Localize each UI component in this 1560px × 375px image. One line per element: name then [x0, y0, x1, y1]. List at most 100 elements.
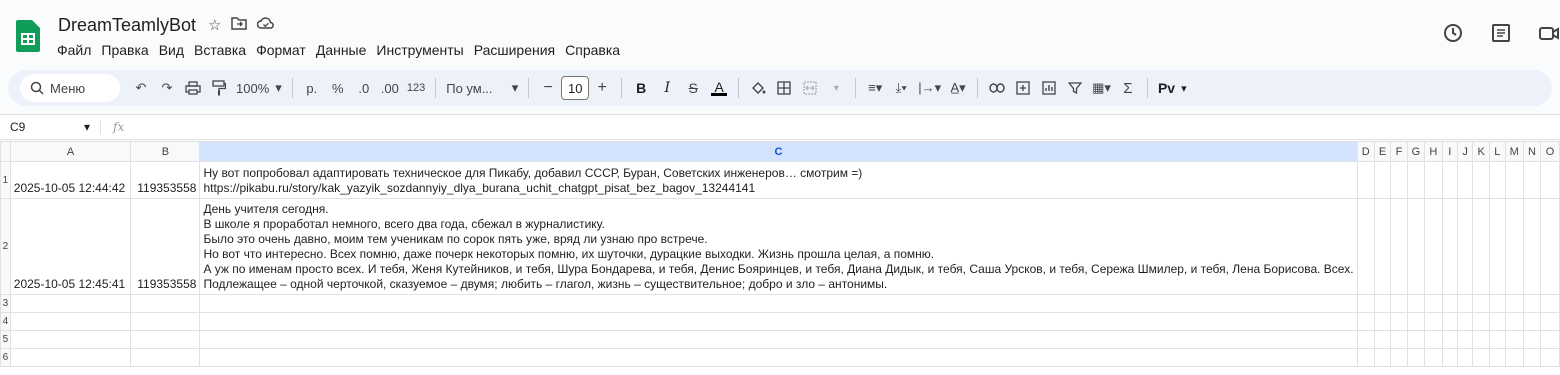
- menu-help[interactable]: Справка: [560, 40, 625, 60]
- cell[interactable]: [1540, 330, 1560, 349]
- cell[interactable]: [1489, 294, 1506, 313]
- insert-comment-icon[interactable]: [1010, 74, 1036, 102]
- cell-a2[interactable]: 2025-10-05 12:45:41: [9, 198, 132, 295]
- menu-insert[interactable]: Вставка: [189, 40, 251, 60]
- cell[interactable]: [1472, 348, 1491, 367]
- cell[interactable]: [1390, 312, 1408, 331]
- row-header[interactable]: 4: [0, 312, 11, 331]
- cell[interactable]: [1373, 312, 1392, 331]
- cell[interactable]: [1424, 330, 1443, 349]
- row-header[interactable]: 3: [0, 294, 11, 313]
- cell[interactable]: [1456, 312, 1474, 331]
- strikethrough-icon[interactable]: S: [680, 74, 706, 102]
- fill-color-icon[interactable]: [745, 74, 771, 102]
- cell[interactable]: [1522, 330, 1542, 349]
- column-header-f[interactable]: F: [1390, 141, 1408, 162]
- cell[interactable]: [1504, 312, 1524, 331]
- column-header-l[interactable]: L: [1489, 141, 1506, 162]
- functions-button[interactable]: Σ: [1115, 74, 1141, 102]
- font-size-input[interactable]: 10: [561, 76, 590, 100]
- column-header-g[interactable]: G: [1406, 141, 1426, 162]
- comments-icon[interactable]: [1490, 22, 1512, 44]
- cloud-status-icon[interactable]: [257, 16, 275, 34]
- menu-format[interactable]: Формат: [251, 40, 311, 60]
- cell[interactable]: [1424, 348, 1443, 367]
- print-icon[interactable]: [180, 74, 206, 102]
- cell[interactable]: [1373, 348, 1392, 367]
- column-header-h[interactable]: H: [1424, 141, 1443, 162]
- column-header-i[interactable]: I: [1441, 141, 1458, 162]
- column-header-d[interactable]: D: [1356, 141, 1375, 162]
- cell[interactable]: [1406, 312, 1426, 331]
- cell[interactable]: [1424, 312, 1443, 331]
- row-header[interactable]: 2: [0, 198, 11, 295]
- text-color-button[interactable]: A: [706, 74, 732, 102]
- decrease-decimal-button[interactable]: .0: [351, 74, 377, 102]
- cell[interactable]: [130, 294, 201, 313]
- input-tools-button[interactable]: Pv ▾: [1154, 74, 1191, 102]
- cell-c2[interactable]: День учителя сегодня. В школе я проработ…: [199, 198, 1358, 295]
- cell[interactable]: [1356, 294, 1375, 313]
- cell[interactable]: [199, 348, 1358, 367]
- cell[interactable]: [130, 348, 201, 367]
- cell-a1[interactable]: 2025-10-05 12:44:42: [9, 161, 132, 199]
- column-header-c[interactable]: C: [199, 141, 1358, 162]
- font-select[interactable]: По ум... ▾: [442, 74, 522, 102]
- zoom-select[interactable]: 100% ▾: [232, 74, 286, 102]
- undo-icon[interactable]: ↶: [128, 74, 154, 102]
- cell[interactable]: [1373, 294, 1392, 313]
- cell[interactable]: [199, 294, 1358, 313]
- cell[interactable]: [1540, 348, 1560, 367]
- cell[interactable]: [1373, 198, 1392, 295]
- row-header[interactable]: 1: [0, 161, 11, 199]
- cell[interactable]: [1356, 312, 1375, 331]
- cell[interactable]: [1522, 312, 1542, 331]
- cell[interactable]: [1441, 161, 1458, 199]
- cell[interactable]: [1472, 161, 1491, 199]
- cell[interactable]: [1390, 330, 1408, 349]
- column-header-n[interactable]: N: [1522, 141, 1542, 162]
- cell[interactable]: [1390, 161, 1408, 199]
- cell[interactable]: [1441, 330, 1458, 349]
- merge-dropdown-icon[interactable]: ▾: [823, 74, 849, 102]
- cell-c1[interactable]: Ну вот попробовал адаптировать техническ…: [199, 161, 1358, 199]
- column-header-m[interactable]: M: [1504, 141, 1524, 162]
- increase-decimal-button[interactable]: .00: [377, 74, 403, 102]
- cell[interactable]: [1472, 198, 1491, 295]
- cell[interactable]: [1489, 161, 1506, 199]
- cell[interactable]: [1456, 161, 1474, 199]
- cell[interactable]: [1441, 312, 1458, 331]
- cell[interactable]: [1472, 312, 1491, 331]
- history-icon[interactable]: [1442, 22, 1464, 44]
- merge-cells-icon[interactable]: [797, 74, 823, 102]
- row-header[interactable]: 6: [0, 348, 11, 367]
- menu-edit[interactable]: Правка: [96, 40, 153, 60]
- menu-file[interactable]: Файл: [52, 40, 96, 60]
- cell[interactable]: [1406, 161, 1426, 199]
- cell[interactable]: [1390, 294, 1408, 313]
- row-header[interactable]: 5: [0, 330, 11, 349]
- cell[interactable]: [1504, 348, 1524, 367]
- cell[interactable]: [1504, 161, 1524, 199]
- column-header-e[interactable]: E: [1373, 141, 1392, 162]
- cell[interactable]: [1540, 294, 1560, 313]
- column-header-o[interactable]: O: [1540, 141, 1560, 162]
- cell-b1[interactable]: 119353558: [130, 161, 201, 199]
- cell[interactable]: [1456, 348, 1474, 367]
- cell[interactable]: [1373, 161, 1392, 199]
- cell[interactable]: [1489, 198, 1506, 295]
- cell[interactable]: [9, 348, 132, 367]
- cell[interactable]: [1441, 198, 1458, 295]
- increase-font-size-icon[interactable]: +: [589, 74, 615, 102]
- formula-input[interactable]: [124, 115, 1560, 139]
- cell[interactable]: [1472, 330, 1491, 349]
- cell[interactable]: [1504, 198, 1524, 295]
- filter-views-icon[interactable]: ▦▾: [1088, 74, 1115, 102]
- cell[interactable]: [1406, 198, 1426, 295]
- cell[interactable]: [1489, 330, 1506, 349]
- insert-link-icon[interactable]: [984, 74, 1010, 102]
- column-header-k[interactable]: K: [1472, 141, 1491, 162]
- cell[interactable]: [1406, 330, 1426, 349]
- cell[interactable]: [1373, 330, 1392, 349]
- cell[interactable]: [130, 312, 201, 331]
